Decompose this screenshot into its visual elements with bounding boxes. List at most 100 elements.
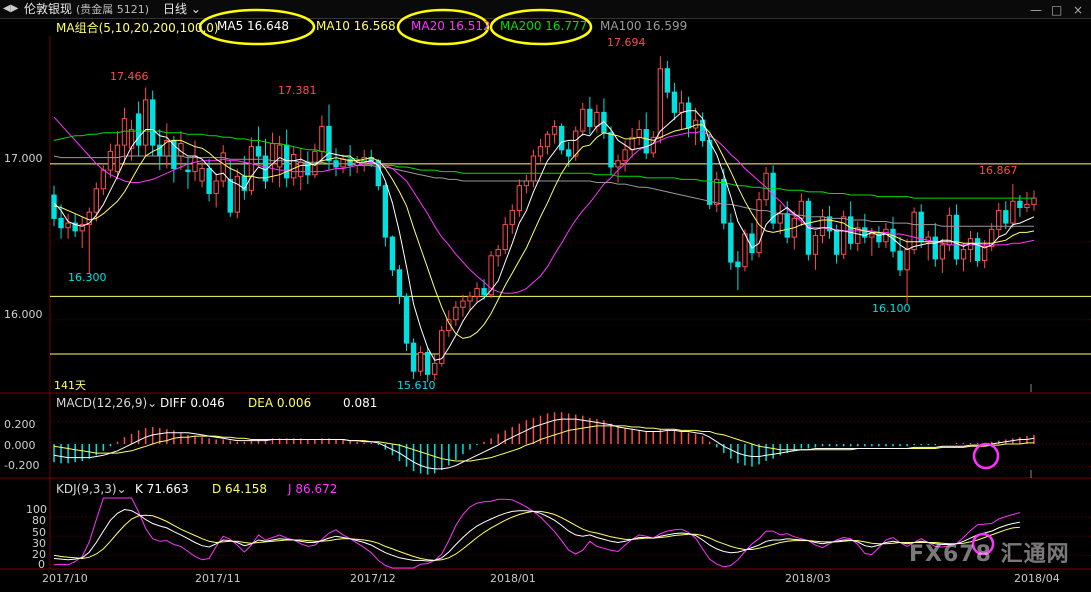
candle-body — [904, 249, 910, 271]
candle-body — [530, 155, 537, 182]
candle-body — [960, 249, 967, 260]
main-indicator-label[interactable]: MA组合(5,10,20,200,100,0) — [56, 19, 219, 36]
candle-body — [283, 144, 290, 179]
candle-body — [389, 236, 396, 271]
candle-body — [227, 178, 233, 213]
legend-j: J 86.672 — [288, 482, 338, 496]
candle-body — [93, 188, 99, 213]
candle-body — [453, 306, 459, 321]
candle-body — [897, 250, 903, 271]
candle-body — [777, 213, 783, 224]
candle-body — [685, 102, 692, 129]
candle-body — [424, 351, 431, 375]
macd-indicator-label[interactable]: MACD(12,26,9)⌄ — [56, 396, 157, 410]
candle-body — [953, 214, 960, 260]
candle-body — [396, 269, 403, 297]
days-count: 141天 — [54, 379, 86, 392]
candle-body — [142, 99, 149, 146]
candle-body — [516, 185, 523, 212]
candle-body — [114, 144, 121, 173]
x-tick: 2018/01 — [490, 572, 536, 585]
candle-body — [706, 139, 713, 205]
candle-body — [1031, 197, 1037, 205]
y-tick-kdj: 0 — [38, 558, 45, 571]
macd-name: MACD(12,26,9) — [56, 396, 148, 410]
candle-body — [749, 233, 755, 254]
candle-body — [135, 113, 142, 146]
candle-body — [248, 146, 255, 191]
candle-body — [403, 295, 410, 344]
candle-body — [65, 222, 71, 229]
y-tick-main: 17.000 — [4, 152, 43, 165]
legend-diff: DIFF 0.046 — [160, 396, 225, 410]
candle-body — [615, 160, 621, 168]
candle-body — [185, 169, 191, 173]
low-label: 16.100 — [872, 302, 911, 315]
x-tick: 2017/12 — [350, 572, 396, 585]
x-tick: 2018/03 — [785, 572, 831, 585]
candle-body — [199, 168, 205, 182]
candle-body — [981, 245, 988, 261]
x-tick: 2017/10 — [42, 572, 88, 585]
candle-body — [213, 180, 219, 194]
y-tick-macd: 0.200 — [4, 418, 36, 431]
candle-body — [1003, 210, 1009, 224]
candle-body — [305, 161, 311, 176]
chevron-down-icon: ⌄ — [147, 396, 158, 410]
kdj-name: KDJ(9,3,3) — [56, 482, 117, 496]
candle-body — [833, 230, 840, 255]
candle-body — [692, 119, 699, 129]
chevron-down-icon: ⌄ — [116, 482, 127, 496]
legend-d: D 64.158 — [212, 482, 268, 496]
legend-ma100: MA100 16.599 — [600, 19, 688, 33]
candle-body — [594, 111, 600, 127]
candle-body — [410, 342, 417, 372]
y-tick-macd: 0.000 — [4, 439, 36, 452]
candle-body — [918, 211, 924, 243]
ma200-line — [53, 130, 1034, 199]
candle-body — [580, 108, 586, 132]
legend-macd: 0.081 — [343, 396, 378, 410]
candle-body — [523, 180, 530, 187]
y-tick-main: 16.000 — [4, 308, 43, 321]
candle-body — [319, 125, 325, 152]
candle-body — [291, 153, 297, 179]
macd-panel — [50, 412, 1091, 475]
legend-dea: DEA 0.006 — [248, 396, 312, 410]
candle-body — [107, 150, 114, 171]
legend-ma20: MA20 16.512 — [411, 19, 491, 33]
candle-body — [298, 161, 304, 177]
candle-body — [664, 68, 671, 93]
legend-ma200: MA200 16.777 — [500, 19, 588, 33]
candle-body — [276, 144, 283, 168]
candle-body — [432, 362, 438, 375]
candle-body — [551, 125, 558, 135]
candle-body — [382, 185, 389, 238]
legend-ma10: MA10 16.568 — [316, 19, 396, 33]
kdj-indicator-label[interactable]: KDJ(9,3,3)⌄ — [56, 482, 127, 496]
candle-body — [474, 288, 480, 297]
candle-body — [587, 108, 593, 127]
candle-body — [721, 178, 727, 224]
candle-body — [742, 233, 748, 268]
candle-body — [622, 149, 628, 162]
ma100-line — [53, 155, 1034, 227]
candle-body — [939, 244, 946, 260]
x-tick: 2017/11 — [195, 572, 241, 585]
candle-body — [509, 210, 515, 226]
candle-body — [255, 146, 262, 157]
candle-body — [467, 295, 473, 302]
candle-body — [643, 129, 649, 154]
candle-body — [58, 217, 64, 229]
watermark: FX678 汇通网 — [909, 542, 1070, 567]
candle-body — [932, 236, 938, 260]
candle-body — [869, 233, 875, 238]
candle-body — [340, 158, 346, 168]
highlight-circle-macd-cross — [972, 442, 1000, 470]
candle-body — [460, 300, 466, 308]
candle-body — [565, 149, 572, 157]
candle-body — [417, 351, 424, 372]
candle-body — [495, 249, 501, 257]
high-label: 17.466 — [110, 70, 149, 83]
candle-body — [784, 213, 790, 238]
